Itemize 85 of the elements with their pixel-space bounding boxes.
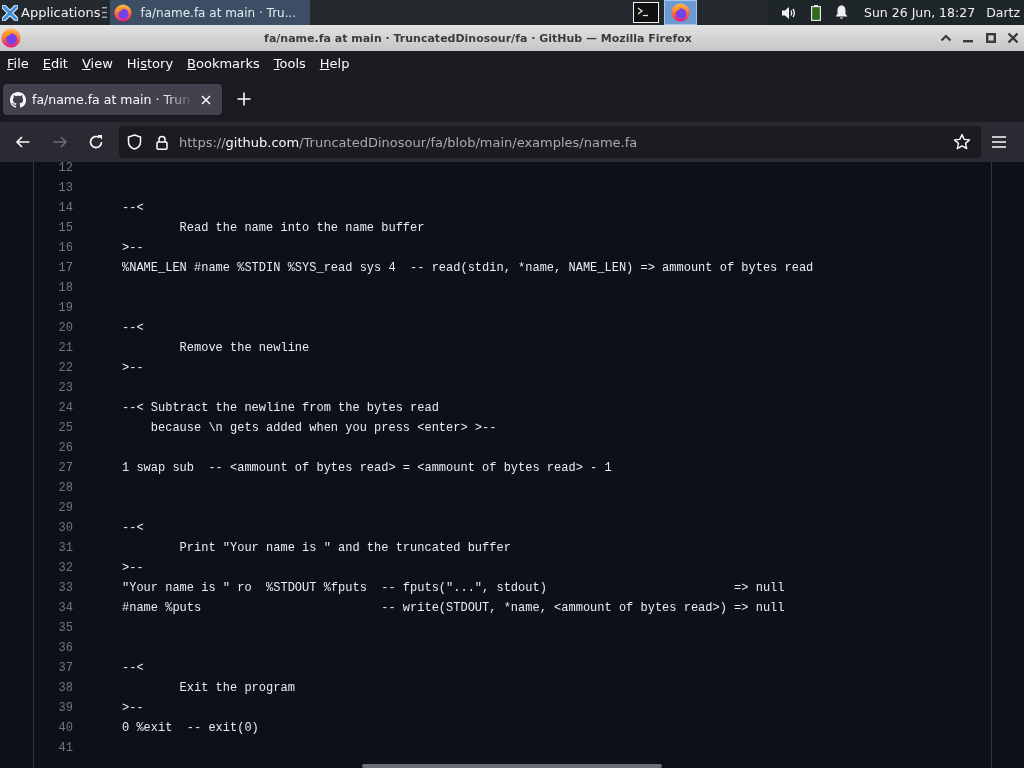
star-icon[interactable] xyxy=(953,133,971,151)
menu-item[interactable]: History xyxy=(119,54,181,74)
line-number: 29 xyxy=(58,501,73,515)
line-number: 16 xyxy=(58,241,73,255)
code-line: >-- xyxy=(122,701,144,715)
menu-item[interactable]: Bookmarks xyxy=(180,54,267,74)
cross-logo-icon xyxy=(2,4,18,21)
code-line: --< xyxy=(122,521,144,535)
line-number: 18 xyxy=(58,281,73,295)
menu-item[interactable]: Help xyxy=(312,54,357,74)
line-number: 20 xyxy=(58,321,73,335)
reload-icon[interactable] xyxy=(88,134,104,150)
code-line: %NAME_LEN #name %STDIN %SYS_read sys 4 -- read(stdin, *name, NAME_LEN) => ammount of bytes read xyxy=(122,261,814,275)
line-number: 13 xyxy=(58,181,73,195)
code-line: --< Subtract the newline from the bytes read xyxy=(122,401,439,415)
browser-tab[interactable]: fa/name.fa at main · Trun xyxy=(3,84,222,115)
code-line: --< xyxy=(122,661,144,675)
menu-item[interactable]: File xyxy=(0,54,36,74)
code-line: Remove the newline xyxy=(179,341,310,355)
code-line: Exit the program xyxy=(179,681,295,695)
url-text[interactable]: https://github.com/TruncatedDinosour/fa/blob/main/examples/name.fa xyxy=(179,134,638,150)
line-number: 22 xyxy=(58,361,73,375)
line-number: 14 xyxy=(58,201,73,215)
shield-icon[interactable] xyxy=(127,134,142,150)
code-line: --< xyxy=(122,201,144,215)
menu-item[interactable]: Tools xyxy=(266,54,313,74)
line-number: 40 xyxy=(58,721,73,735)
browser-logo-icon[interactable] xyxy=(664,0,697,25)
code-line: 0 %exit -- exit(0) xyxy=(122,721,259,735)
window-title: fa/name.fa at main · TruncatedDinosour/fa · GitHub — Mozilla Firefox xyxy=(263,31,693,45)
line-number: 28 xyxy=(58,481,73,495)
address-field[interactable]: https://github.com/TruncatedDinosour/fa/blob/main/examples/name.fa xyxy=(119,126,981,158)
code-line: Print "Your name is " and the truncated buffer xyxy=(179,541,511,555)
line-number: 39 xyxy=(58,701,73,715)
line-number: 12 xyxy=(58,162,73,175)
line-number: 15 xyxy=(58,221,73,235)
scrollbar-thumb[interactable] xyxy=(362,764,662,768)
clock-text[interactable]: Sun 26 Jun, 18:27 xyxy=(864,5,976,20)
code-line: 1 swap sub -- <ammount of bytes read> = <ammount of bytes read> - 1 xyxy=(122,461,612,475)
close-icon[interactable] xyxy=(1006,32,1019,44)
line-number: 19 xyxy=(58,301,73,315)
line-number: 23 xyxy=(58,381,73,395)
code-line: #name %puts -- write(STDOUT, *name, <ammount of bytes read>) => null xyxy=(122,601,785,615)
line-number: 34 xyxy=(58,601,73,615)
line-number: 38 xyxy=(58,681,73,695)
browser-logo-icon xyxy=(1,28,21,48)
code-line: >-- xyxy=(122,241,144,255)
handle-icon[interactable] xyxy=(102,7,108,18)
menu-icon[interactable] xyxy=(991,135,1007,149)
line-number: 41 xyxy=(58,741,73,755)
line-number: 21 xyxy=(58,341,73,355)
browser-logo-icon xyxy=(114,3,133,22)
code-line: because \n gets added when you press <enter> >-- xyxy=(150,421,497,435)
battery-icon[interactable] xyxy=(811,4,821,21)
code-line: --< xyxy=(122,321,144,335)
speaker-icon[interactable] xyxy=(781,5,797,20)
bell-icon[interactable] xyxy=(835,5,848,20)
line-number: 25 xyxy=(58,421,73,435)
line-number: 17 xyxy=(58,261,73,275)
applications-menu-button[interactable]: Applications xyxy=(0,0,101,25)
line-number: 32 xyxy=(58,561,73,575)
code-line: >-- xyxy=(122,561,144,575)
code-line: Read the name into the name buffer xyxy=(179,221,425,235)
lock-icon[interactable] xyxy=(156,134,168,150)
window-task-button[interactable]: fa/name.fa at main · Tru... xyxy=(110,0,311,25)
line-number: 36 xyxy=(58,641,73,655)
cat-logo-icon xyxy=(10,91,26,108)
line-number: 31 xyxy=(58,541,73,555)
terminal-icon[interactable] xyxy=(633,2,659,23)
user-name[interactable]: Dartz xyxy=(986,5,1021,20)
menu-item[interactable]: View xyxy=(74,54,120,74)
plus-icon[interactable] xyxy=(237,92,251,106)
line-number: 27 xyxy=(58,461,73,475)
line-number: 30 xyxy=(58,521,73,535)
line-number: 37 xyxy=(58,661,73,675)
code-line: "Your name is " ro %STDOUT %fputs -- fputs("...", stdout) => null xyxy=(122,581,785,595)
line-number: 24 xyxy=(58,401,73,415)
maximize-icon[interactable] xyxy=(984,32,997,44)
menu-item[interactable]: Edit xyxy=(35,54,75,74)
line-number: 26 xyxy=(58,441,73,455)
code-line: >-- xyxy=(122,361,144,375)
line-number: 33 xyxy=(58,581,73,595)
arrow-left-icon[interactable] xyxy=(15,134,31,150)
line-number: 35 xyxy=(58,621,73,635)
caret-up-icon[interactable] xyxy=(940,32,953,44)
